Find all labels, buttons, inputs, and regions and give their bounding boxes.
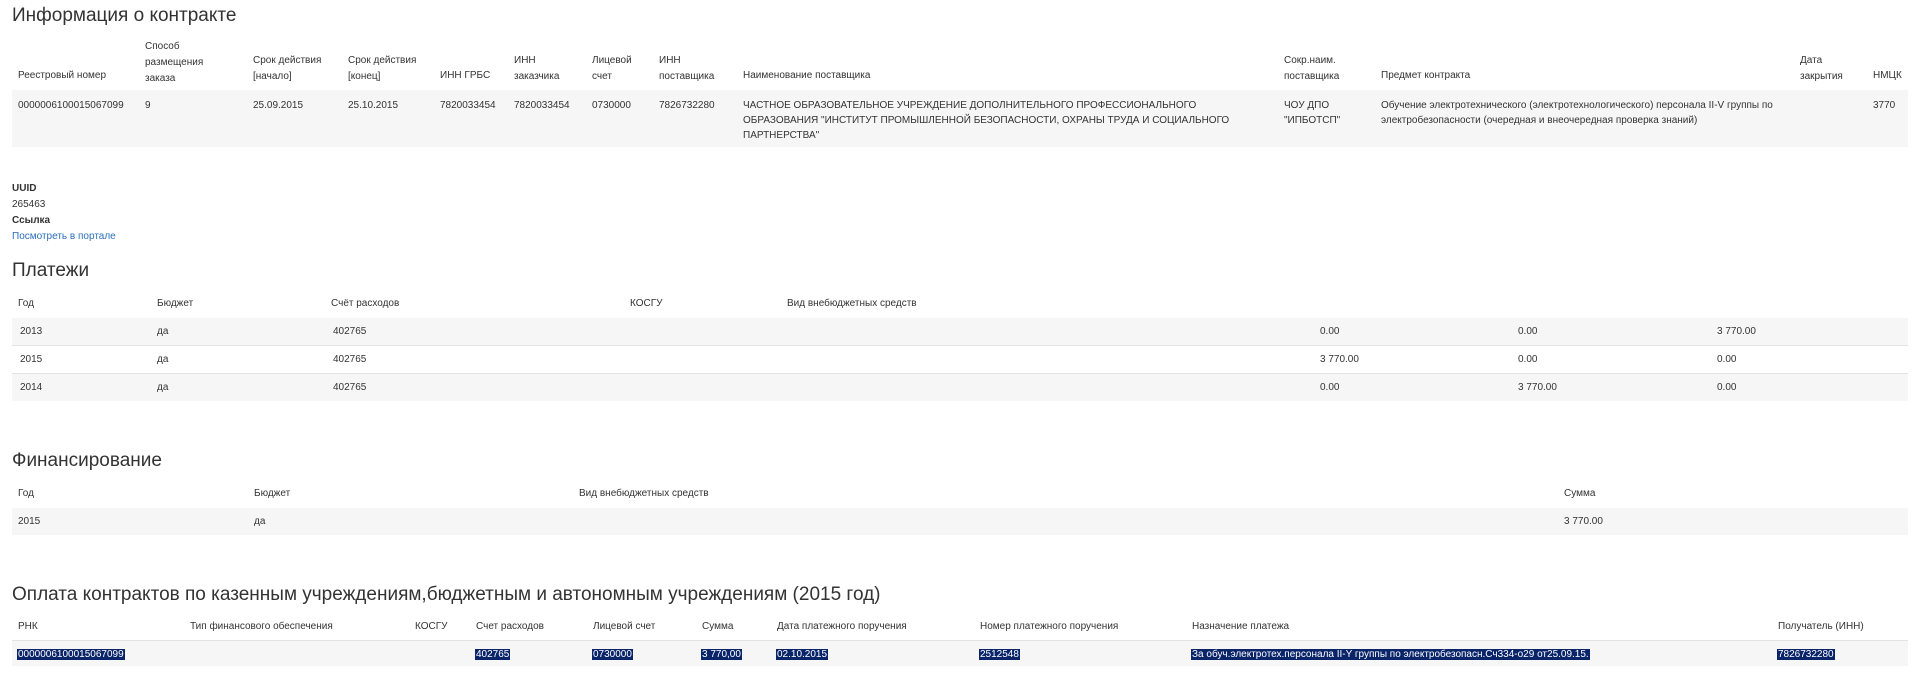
cp-header-kosgu: КОСГУ xyxy=(415,621,448,632)
contract-header-nmck: НМЦК xyxy=(1873,70,1902,81)
cp-row-recipient: 7826732280 xyxy=(1777,649,1835,660)
contract-header-account: Лицевой счет xyxy=(592,55,632,82)
payments-row-divider xyxy=(12,345,1908,346)
contract-inn-customer: 7820033454 xyxy=(514,100,570,111)
cp-header-amount: Сумма xyxy=(702,621,734,632)
payments-row-expense-account: 402765 xyxy=(333,326,367,337)
payments-header-kosgu: КОСГУ xyxy=(630,298,663,309)
cp-header-order-number: Номер платежного поручения xyxy=(980,621,1119,632)
financing-header-offbudget: Вид внебюджетных средств xyxy=(579,488,709,499)
contract-section-title: Информация о контракте xyxy=(12,5,237,26)
link-label: Ссылка xyxy=(12,215,51,226)
contract-supplier-short: ЧОУ ДПО "ИПБОТСП" xyxy=(1284,100,1341,126)
payments-row-band xyxy=(12,374,1908,401)
payments-header-year: Год xyxy=(18,298,34,309)
payments-row-amount-2: 0.00 xyxy=(1518,354,1538,365)
payments-row-amount-3: 0.00 xyxy=(1717,382,1737,393)
payments-row-budget: да xyxy=(157,354,169,365)
cp-row-band xyxy=(12,641,1908,666)
uuid-label: UUID xyxy=(12,183,37,194)
payments-row-amount-1: 0.00 xyxy=(1320,382,1340,393)
cp-row-rnk: 0000006100015067099 xyxy=(17,649,125,660)
portal-link[interactable]: Посмотреть в портале xyxy=(12,231,116,242)
financing-row-amount: 3 770.00 xyxy=(1564,516,1603,527)
payments-row-expense-account: 402765 xyxy=(333,354,367,365)
payments-row-year: 2014 xyxy=(20,382,43,393)
contract-inn-grbs: 7820033454 xyxy=(440,100,496,111)
contract-start-date: 25.09.2015 xyxy=(253,100,304,111)
contract-subject: Обучение электротехнического (электротех… xyxy=(1381,100,1773,126)
cp-row-expense-account: 402765 xyxy=(475,649,511,660)
payments-row-amount-1: 3 770.00 xyxy=(1320,354,1359,365)
financing-row-band xyxy=(12,508,1908,535)
contract-header-registry: Реестровый номер xyxy=(18,70,107,81)
payments-header-budget: Бюджет xyxy=(157,298,194,309)
payments-header-offbudget: Вид внебюджетных средств xyxy=(787,298,917,309)
contract-header-close-date: Дата закрытия xyxy=(1800,55,1843,82)
cp-row-order-number: 2512548 xyxy=(979,649,1020,660)
cp-row-amount: 3 770,00 xyxy=(701,649,742,660)
cp-header-purpose: Назначение платежа xyxy=(1192,621,1290,632)
payments-row-budget: да xyxy=(157,326,169,337)
contract-nmck: 3770 xyxy=(1873,100,1896,111)
cp-row-order-date: 02.10.2015 xyxy=(776,649,829,660)
cp-header-account: Лицевой счет xyxy=(593,621,656,632)
payments-row-band xyxy=(12,318,1908,345)
financing-header-budget: Бюджет xyxy=(254,488,291,499)
financing-section-title: Финансирование xyxy=(12,450,162,471)
payments-header-expense-account: Счёт расходов xyxy=(331,298,400,309)
contract-payments-section-title: Оплата контрактов по казенным учреждения… xyxy=(12,584,881,605)
financing-row-year: 2015 xyxy=(18,516,41,527)
payments-row-amount-2: 0.00 xyxy=(1518,326,1538,337)
cp-header-expense-account: Счет расходов xyxy=(476,621,544,632)
payments-section-title: Платежи xyxy=(12,260,90,281)
payments-row-year: 2013 xyxy=(20,326,43,337)
payments-row-amount-2: 3 770.00 xyxy=(1518,382,1557,393)
contract-header-inn-customer: ИНН заказчика xyxy=(514,55,560,82)
financing-row-budget: да xyxy=(254,516,266,527)
contract-registry-number: 0000006100015067099 xyxy=(18,100,124,111)
contract-method: 9 xyxy=(145,100,151,111)
payments-row-amount-3: 0.00 xyxy=(1717,354,1737,365)
contract-header-inn-supplier: ИНН поставщика xyxy=(659,55,715,82)
contract-end-date: 25.10.2015 xyxy=(348,100,399,111)
financing-header-year: Год xyxy=(18,488,34,499)
contract-header-end: Срок действия [конец] xyxy=(348,55,417,82)
contract-header-inn-grbs: ИНН ГРБС xyxy=(440,70,491,81)
contract-header-start: Срок действия [начало] xyxy=(253,55,322,82)
payments-row-expense-account: 402765 xyxy=(333,382,367,393)
payments-row-budget: да xyxy=(157,382,169,393)
payments-row-year: 2015 xyxy=(20,354,43,365)
uuid-value: 265463 xyxy=(12,199,46,210)
contract-inn-supplier: 7826732280 xyxy=(659,100,715,111)
cp-row-purpose: За обуч.электротех.персонала II-Y группы… xyxy=(1191,649,1590,660)
cp-header-order-date: Дата платежного поручения xyxy=(777,621,907,632)
contract-header-supplier-short: Сокр.наим. поставщика xyxy=(1284,55,1340,82)
financing-header-amount: Сумма xyxy=(1564,488,1596,499)
cp-header-recipient: Получатель (ИНН) xyxy=(1778,621,1864,632)
cp-header-finance-type: Тип финансового обеспечения xyxy=(190,621,333,632)
contract-header-supplier-name: Наименование поставщика xyxy=(743,70,871,81)
payments-row-amount-3: 3 770.00 xyxy=(1717,326,1756,337)
cp-row-account: 0730000 xyxy=(592,649,633,660)
contract-supplier-name: ЧАСТНОЕ ОБРАЗОВАТЕЛЬНОЕ УЧРЕЖДЕНИЕ ДОПОЛ… xyxy=(743,100,1230,141)
payments-row-amount-1: 0.00 xyxy=(1320,326,1340,337)
cp-header-rnk: РНК xyxy=(18,621,38,632)
contract-account: 0730000 xyxy=(592,100,631,111)
contract-header-subject: Предмет контракта xyxy=(1381,70,1471,81)
contract-header-method: Способ размещения заказа xyxy=(145,41,204,84)
